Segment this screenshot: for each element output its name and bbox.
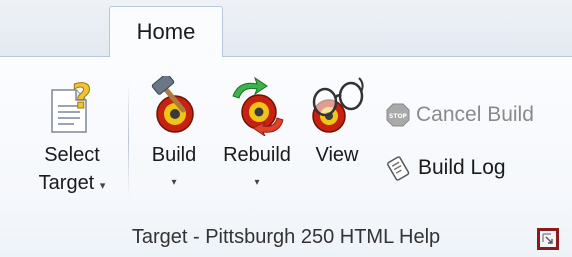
cancel-build-label: Cancel Build xyxy=(416,103,534,126)
rebuild-button[interactable]: Rebuild ▾ xyxy=(212,76,302,206)
group-separator xyxy=(128,82,129,198)
stop-icon: STOP xyxy=(386,103,410,127)
rebuild-dropdown-icon: ▾ xyxy=(254,177,260,188)
document-question-icon: ? xyxy=(51,78,92,133)
rebuild-label: Rebuild xyxy=(223,144,291,166)
select-target-label-line2: Target ▾ xyxy=(38,172,106,194)
build-log-button[interactable]: Build Log xyxy=(386,155,506,181)
cancel-build-button[interactable]: STOP Cancel Build xyxy=(386,103,534,127)
dialog-launcher-icon xyxy=(542,233,553,244)
view-label: View xyxy=(315,144,359,166)
svg-text:?: ? xyxy=(72,78,92,117)
view-button[interactable]: View xyxy=(304,76,370,176)
build-log-icon xyxy=(387,156,410,181)
ribbon-tab-strip xyxy=(0,0,572,56)
dialog-launcher-button[interactable] xyxy=(537,228,559,250)
build-dropdown-icon: ▾ xyxy=(171,177,177,188)
tab-home[interactable]: Home xyxy=(109,6,223,57)
hammer-target-icon xyxy=(151,76,194,133)
build-log-label: Build Log xyxy=(418,156,506,179)
select-target-label-line1: Select xyxy=(44,144,100,166)
select-target-dropdown-icon: ▾ xyxy=(99,180,106,192)
build-button[interactable]: Build ▾ xyxy=(140,76,208,206)
glasses-target-icon xyxy=(312,77,364,133)
select-target-button[interactable]: ? Select Target ▾ xyxy=(22,78,122,208)
svg-text:STOP: STOP xyxy=(389,113,408,120)
build-label: Build xyxy=(151,144,197,166)
group-label: Target - Pittsburgh 250 HTML Help xyxy=(131,226,441,248)
rebuild-arrows-icon xyxy=(232,76,284,136)
